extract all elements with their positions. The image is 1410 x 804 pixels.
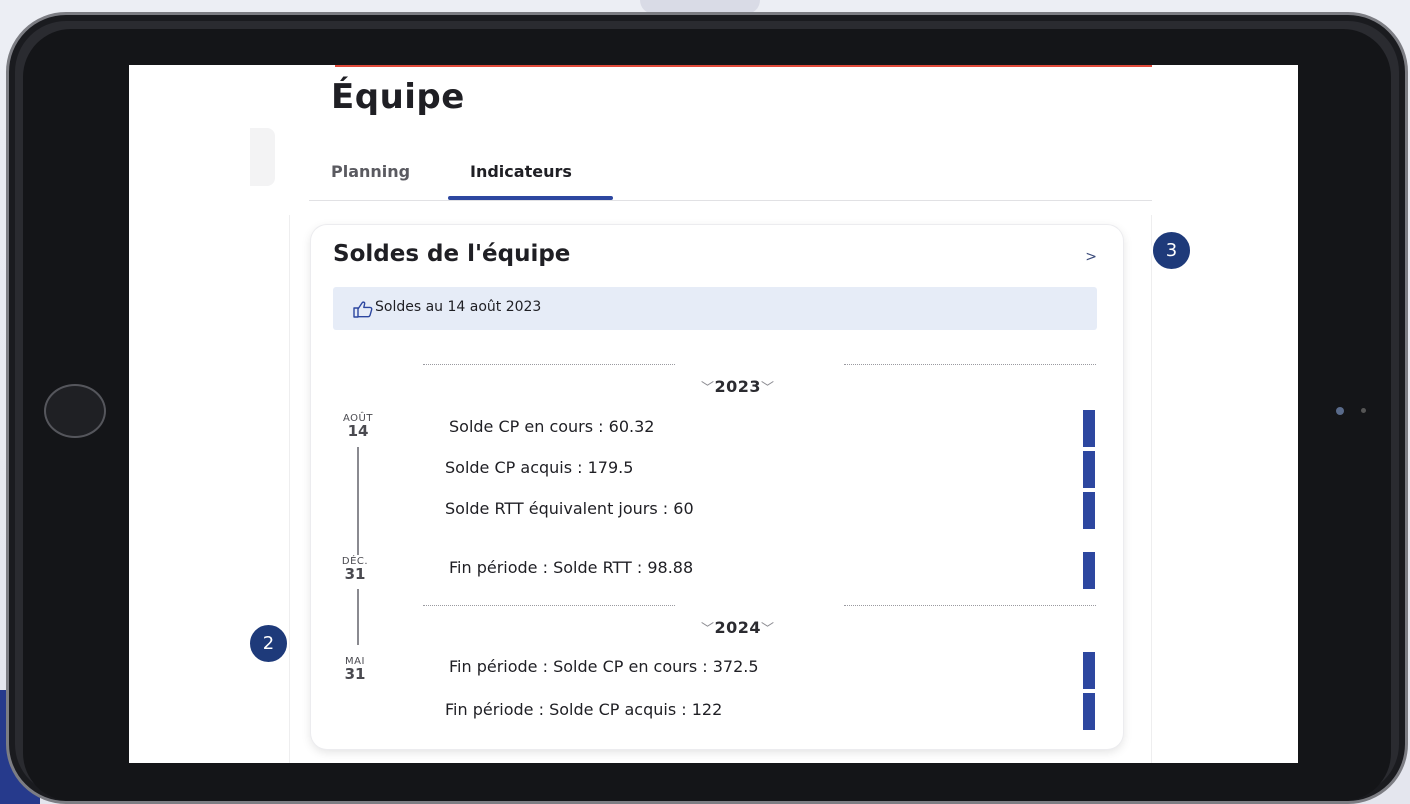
balances-date-banner: Soldes au 14 août 2023 [333, 287, 1097, 330]
thumbs-up-icon [353, 301, 373, 318]
date-day: 14 [347, 422, 369, 440]
timeline-line [357, 589, 359, 645]
tab-planning[interactable]: Planning [331, 162, 410, 181]
chevron-down-icon: ﹀ [701, 622, 715, 637]
balance-bar [1083, 492, 1095, 529]
content-divider-right [1151, 215, 1152, 763]
balance-bar [1083, 652, 1095, 689]
date-marker: DÉC. 31 [335, 557, 375, 582]
year-divider-left [423, 364, 675, 365]
date-marker: AOÛT 14 [338, 414, 378, 439]
year-divider-right [844, 364, 1096, 365]
date-day: 31 [344, 665, 366, 683]
date-marker: MAI 31 [335, 657, 375, 682]
date-day: 31 [344, 565, 366, 583]
tablet-sensor [1361, 408, 1366, 413]
app-screen: Équipe Planning Indicateurs Soldes de l'… [129, 65, 1298, 763]
content-divider-left [289, 215, 290, 763]
balance-bar [1083, 693, 1095, 730]
balance-bar [1083, 552, 1095, 589]
balance-item[interactable]: Solde RTT équivalent jours : 60 [445, 499, 694, 518]
balance-item[interactable]: Fin période : Solde CP en cours : 372.5 [449, 657, 759, 676]
team-balances-card: Soldes de l'équipe > Soldes au 14 août 2… [311, 225, 1123, 749]
balance-item[interactable]: Solde CP acquis : 179.5 [445, 458, 633, 477]
chevron-down-icon: ﹀ [701, 381, 715, 396]
tab-bar: Planning Indicateurs [309, 151, 1152, 201]
year-divider-right [844, 605, 1096, 606]
year-label: 2024 [714, 618, 762, 637]
timeline-line [357, 447, 359, 555]
card-open-chevron-icon[interactable]: > [1085, 249, 1097, 265]
balance-item[interactable]: Solde CP en cours : 60.32 [449, 417, 654, 436]
balance-item[interactable]: Fin période : Solde RTT : 98.88 [449, 558, 693, 577]
sidebar-stub [250, 128, 275, 186]
balances-date-text: Soldes au 14 août 2023 [375, 299, 542, 315]
year-divider-left [423, 605, 675, 606]
top-accent-rule [335, 65, 1152, 67]
tab-indicateurs[interactable]: Indicateurs [470, 162, 572, 181]
chevron-down-icon: ﹀ [761, 622, 775, 637]
year-toggle-2024[interactable]: ﹀2024﹀ [701, 618, 775, 637]
card-title: Soldes de l'équipe [333, 241, 571, 267]
chevron-down-icon: ﹀ [761, 381, 775, 396]
tablet-camera [1336, 407, 1344, 415]
callout-badge-3: 3 [1151, 230, 1192, 271]
year-label: 2023 [714, 377, 762, 396]
active-tab-indicator [448, 196, 613, 200]
balance-bar [1083, 451, 1095, 488]
balance-bar [1083, 410, 1095, 447]
callout-badge-2: 2 [248, 623, 289, 664]
tablet-home-button[interactable] [44, 384, 106, 438]
year-toggle-2023[interactable]: ﹀2023﹀ [701, 377, 775, 396]
page-title: Équipe [331, 77, 465, 117]
balance-item[interactable]: Fin période : Solde CP acquis : 122 [445, 700, 722, 719]
